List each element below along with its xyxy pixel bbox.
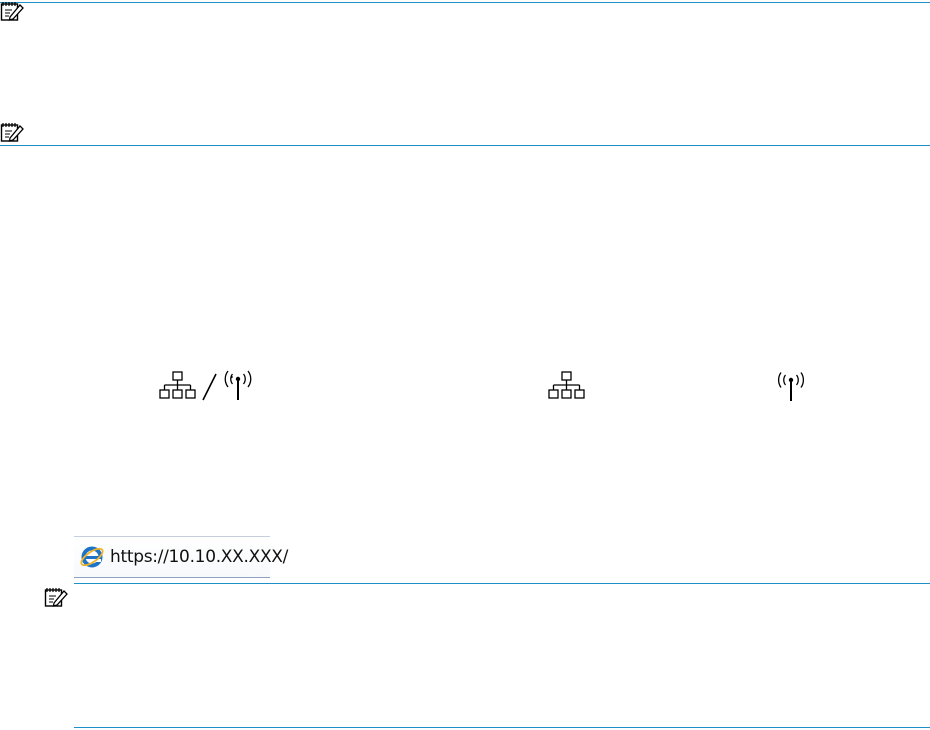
note-icon	[0, 2, 24, 21]
note-icon	[0, 123, 24, 142]
note-bottom-rule-3	[74, 727, 930, 728]
address-bar-url: https://10.10.XX.XXX/	[110, 547, 289, 567]
ethernet-icon	[548, 371, 585, 399]
browser-address-bar[interactable]: https://10.10.XX.XXX/	[74, 536, 288, 578]
note-top-rule-3	[74, 583, 930, 584]
note-bottom-rule-2	[0, 145, 930, 146]
wireless-icon	[777, 372, 805, 401]
note-top-rule-1	[0, 2, 930, 3]
ethernet-wireless-icon	[159, 370, 252, 401]
note-icon	[44, 588, 68, 607]
internet-explorer-icon	[80, 546, 104, 568]
